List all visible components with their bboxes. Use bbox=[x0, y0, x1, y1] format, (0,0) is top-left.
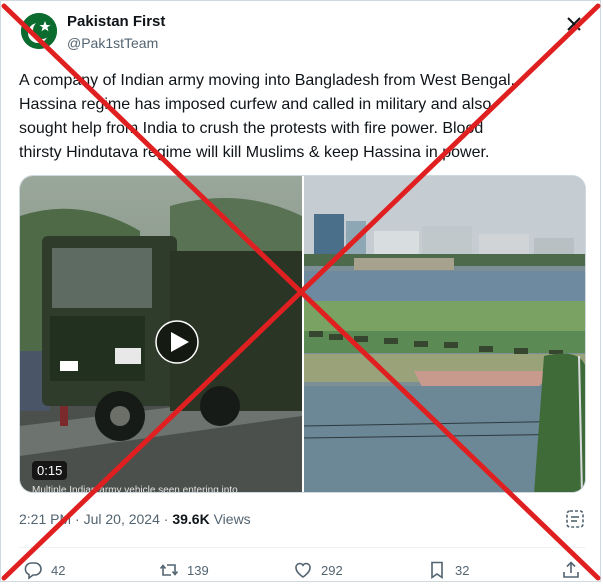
repost-count: 139 bbox=[187, 562, 209, 578]
repost-icon bbox=[159, 564, 179, 576]
repost-button[interactable]: 139 bbox=[159, 559, 209, 581]
tweet-meta: 2:21 PM · Jul 20, 2024 · 39.6K Views bbox=[19, 511, 251, 527]
photo[interactable] bbox=[303, 176, 585, 492]
views-label: Views bbox=[213, 511, 251, 527]
reply-button[interactable]: 42 bbox=[23, 559, 65, 581]
media-attachment[interactable]: 0:15 Multiple Indian army vehicle seen e… bbox=[19, 175, 586, 493]
tweet-card: Pakistan First @Pak1stTeam A company of … bbox=[0, 0, 601, 582]
reply-count: 42 bbox=[51, 562, 66, 578]
share-icon bbox=[563, 561, 579, 578]
bookmark-count: 32 bbox=[455, 562, 470, 578]
tweet-date[interactable]: Jul 20, 2024 bbox=[84, 511, 160, 527]
grok-icon[interactable] bbox=[565, 509, 585, 529]
user-handle[interactable]: @Pak1stTeam bbox=[67, 35, 158, 51]
share-button[interactable] bbox=[561, 559, 581, 581]
close-icon[interactable] bbox=[561, 11, 587, 37]
like-button[interactable]: 292 bbox=[293, 559, 343, 581]
like-icon bbox=[295, 562, 311, 578]
bookmark-button[interactable]: 32 bbox=[427, 559, 469, 581]
video-thumbnail[interactable]: 0:15 Multiple Indian army vehicle seen e… bbox=[20, 176, 302, 493]
meta-separator: · bbox=[75, 511, 80, 527]
bookmark-icon bbox=[431, 561, 443, 580]
video-caption: Multiple Indian army vehicle seen enteri… bbox=[32, 485, 238, 493]
display-name[interactable]: Pakistan First bbox=[67, 13, 165, 30]
play-icon[interactable] bbox=[155, 320, 199, 364]
divider bbox=[19, 547, 586, 548]
tweet-text: A company of Indian army moving into Ban… bbox=[19, 72, 515, 161]
meta-separator: · bbox=[163, 511, 169, 527]
avatar[interactable] bbox=[21, 13, 57, 49]
reply-icon bbox=[24, 562, 42, 580]
like-count: 292 bbox=[321, 562, 343, 578]
video-duration: 0:15 bbox=[32, 461, 68, 480]
tweet-time[interactable]: 2:21 PM bbox=[19, 511, 71, 527]
views-count: 39.6K bbox=[172, 511, 210, 527]
